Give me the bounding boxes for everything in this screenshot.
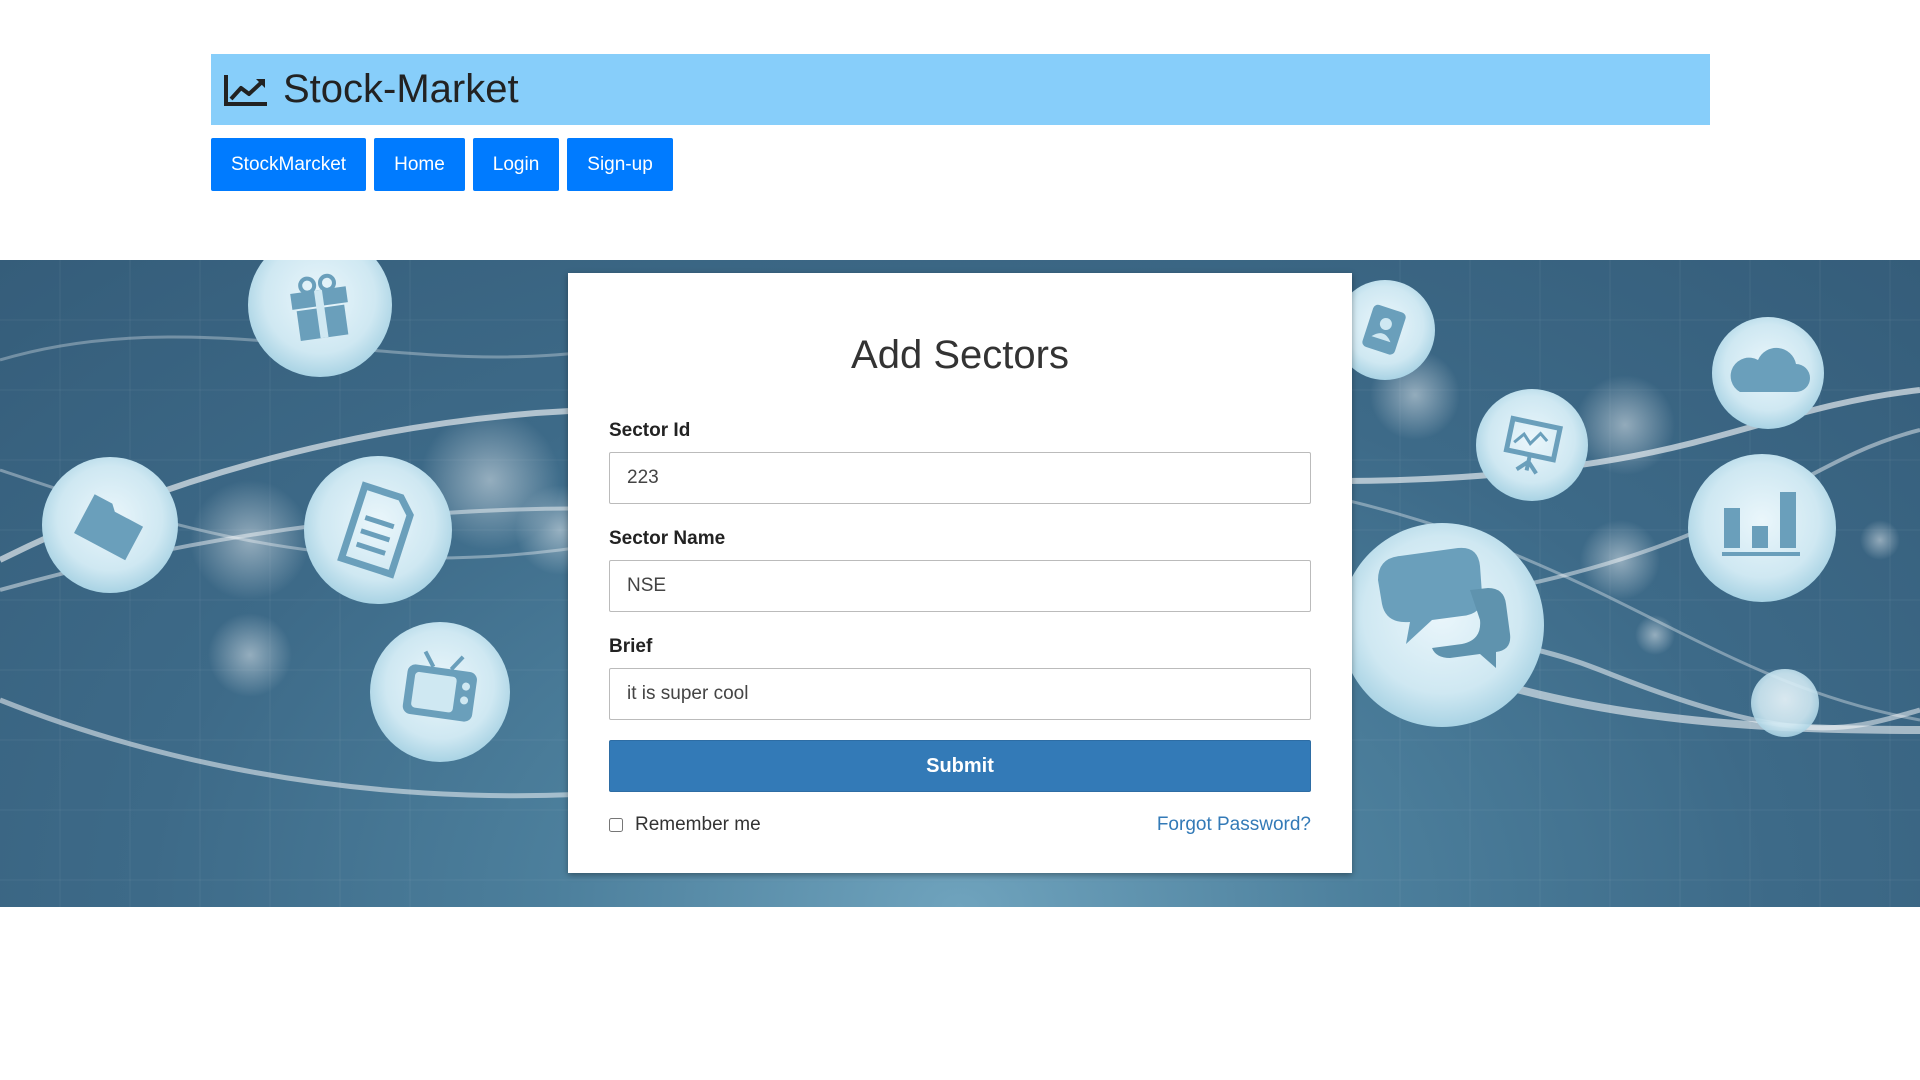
nav-signup-button[interactable]: Sign-up [567, 138, 673, 191]
sector-id-label: Sector Id [609, 420, 691, 441]
sector-id-input[interactable] [609, 452, 1311, 504]
brand-bar: Stock-Market [211, 54, 1710, 125]
form-title: Add Sectors [851, 333, 1069, 377]
submit-button[interactable]: Submit [609, 740, 1311, 792]
brief-label: Brief [609, 636, 653, 657]
nav-bar: StockMarcket Home Login Sign-up [211, 138, 1710, 191]
remember-me[interactable]: Remember me [609, 814, 761, 836]
add-sectors-form: Add Sectors Sector Id Sector Name Brief … [568, 273, 1352, 873]
brief-input[interactable] [609, 668, 1311, 720]
nav-stockmarcket-button[interactable]: StockMarcket [211, 138, 367, 191]
remember-me-label: Remember me [635, 814, 761, 835]
form-footer: Remember me Forgot Password? [609, 814, 1311, 836]
line-chart-icon [223, 72, 271, 108]
forgot-password-link[interactable]: Forgot Password? [1157, 814, 1311, 836]
sector-name-input[interactable] [609, 560, 1311, 612]
site-title: Stock-Market [283, 67, 519, 111]
nav-home-button[interactable]: Home [374, 138, 465, 191]
remember-me-checkbox[interactable] [609, 818, 623, 832]
nav-login-button[interactable]: Login [472, 138, 560, 191]
site-header: Stock-Market StockMarcket Home Login Sig… [211, 54, 1710, 191]
sector-name-label: Sector Name [609, 528, 726, 549]
